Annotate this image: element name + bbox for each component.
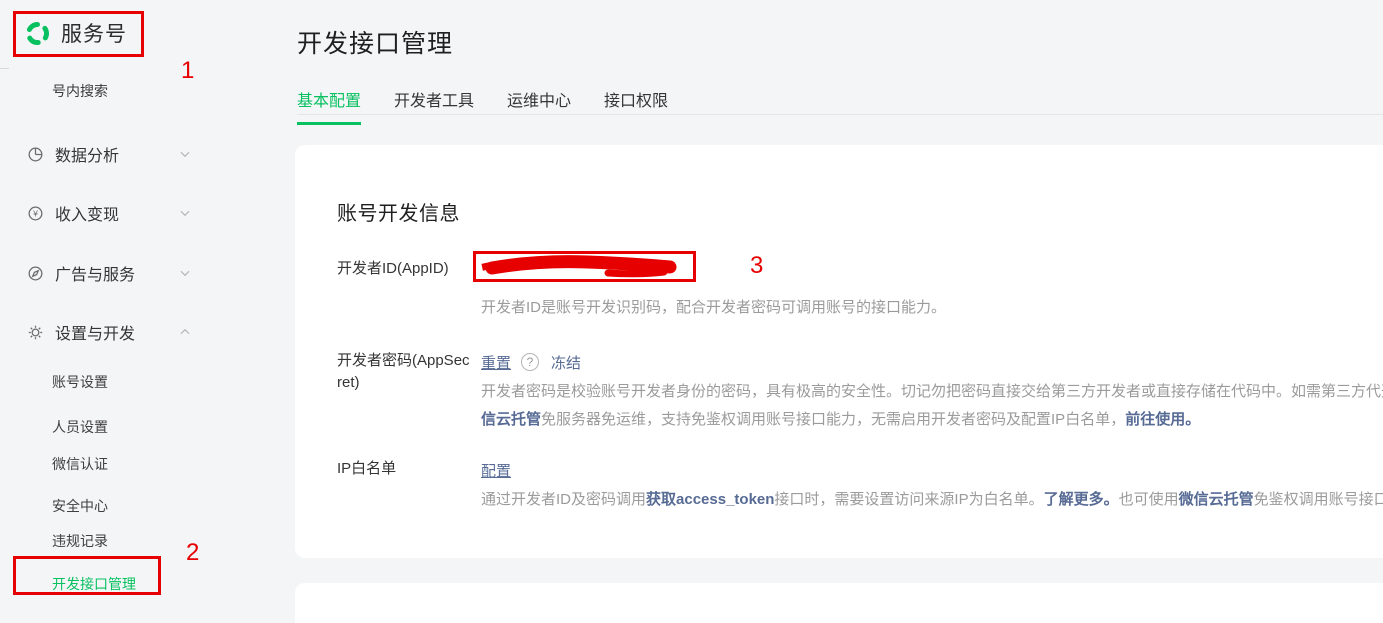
compass-icon <box>26 264 45 283</box>
page-title: 开发接口管理 <box>297 24 453 60</box>
sidebar-item-violation-records[interactable]: 违规记录 <box>52 531 108 551</box>
tab-api-permissions[interactable]: 接口权限 <box>604 87 668 125</box>
annotation-number-2: 2 <box>186 539 199 567</box>
access-token-link[interactable]: 获取access_token <box>646 491 774 508</box>
card-title: 账号开发信息 <box>337 197 1383 226</box>
freeze-appsecret-link[interactable]: 冻结 <box>551 352 581 373</box>
appsecret-description-line2: 信云托管免服务器免运维，支持免鉴权调用账号接口能力，无需启用开发者密码及配置IP… <box>481 406 1383 434</box>
sidebar-item-staff-settings[interactable]: 人员设置 <box>52 417 108 437</box>
go-use-link[interactable]: 前往使用。 <box>1125 411 1200 428</box>
ip-whitelist-row: IP白名单 配置 通过开发者ID及密码调用获取access_token接口时，需… <box>337 458 1383 514</box>
tabs-divider <box>297 114 1383 115</box>
sidebar-section-settings-development[interactable]: 设置与开发 <box>26 320 192 344</box>
chevron-down-icon <box>178 266 192 280</box>
yen-circle-icon: ¥ <box>26 204 45 223</box>
annotation-number-1: 1 <box>181 57 194 85</box>
appid-label: 开发者ID(AppID) <box>337 258 481 280</box>
chevron-up-icon <box>178 325 192 339</box>
account-dev-info-card: 账号开发信息 开发者ID(AppID) 开发者ID是账号开发识别码，配合开发者密… <box>295 145 1383 558</box>
chevron-down-icon <box>178 147 192 161</box>
next-section-card <box>295 583 1383 623</box>
cloud-hosting-link[interactable]: 信云托管 <box>481 411 541 428</box>
ip-whitelist-label: IP白名单 <box>337 458 481 480</box>
ip-whitelist-description: 通过开发者ID及密码调用获取access_token接口时，需要设置访问来源IP… <box>481 486 1383 514</box>
sidebar-section-ads-services[interactable]: 广告与服务 <box>26 261 192 285</box>
sidebar-item-wechat-verification[interactable]: 微信认证 <box>52 454 108 474</box>
tab-ops-center[interactable]: 运维中心 <box>507 87 571 125</box>
reset-appsecret-link[interactable]: 重置 <box>481 352 511 373</box>
appsecret-description-line1: 开发者密码是校验账号开发者身份的密码，具有极高的安全性。切记勿把密码直接交给第三… <box>481 378 1383 406</box>
appid-redaction-scribble <box>478 255 690 284</box>
sidebar-section-label: 设置与开发 <box>55 320 178 344</box>
appsecret-label: 开发者密码(AppSecret) <box>337 350 481 394</box>
sidebar-section-monetization[interactable]: ¥ 收入变现 <box>26 201 192 225</box>
appsecret-row: 开发者密码(AppSecret) 重置 冻结 开发者密码是校验账号开发者身份的密… <box>337 350 1383 434</box>
wechat-cloud-hosting-link[interactable]: 微信云托管 <box>1179 491 1254 508</box>
sidebar-item-security-center[interactable]: 安全中心 <box>52 496 108 516</box>
annotation-box-logo <box>13 11 144 57</box>
sidebar-item-account-search[interactable]: 号内搜索 <box>52 81 108 101</box>
sidebar-section-label: 广告与服务 <box>55 261 178 285</box>
configure-ip-whitelist-link[interactable]: 配置 <box>481 460 511 481</box>
sidebar-item-account-settings[interactable]: 账号设置 <box>52 372 108 392</box>
appid-description: 开发者ID是账号开发识别码，配合开发者密码可调用账号的接口能力。 <box>481 294 1383 322</box>
tab-bar: 基本配置 开发者工具 运维中心 接口权限 <box>297 87 701 125</box>
gear-icon <box>26 323 45 342</box>
sidebar-divider <box>0 68 9 69</box>
tab-developer-tools[interactable]: 开发者工具 <box>394 87 474 125</box>
chevron-down-icon <box>178 206 192 220</box>
sidebar-section-label: 数据分析 <box>55 142 178 166</box>
sidebar-section-data-analysis[interactable]: 数据分析 <box>26 142 192 166</box>
annotation-box-dev-interface <box>13 556 161 595</box>
annotation-number-3: 3 <box>750 252 763 280</box>
tab-basic-configuration[interactable]: 基本配置 <box>297 87 361 125</box>
svg-text:¥: ¥ <box>32 208 38 218</box>
pie-chart-icon <box>26 145 45 164</box>
sidebar-section-label: 收入变现 <box>55 201 178 225</box>
learn-more-link[interactable]: 了解更多。 <box>1044 491 1119 508</box>
help-question-icon[interactable] <box>521 353 539 371</box>
wechat-official-account-admin: { "annotations": { "n1": "1", "n2": "2",… <box>0 0 1383 598</box>
